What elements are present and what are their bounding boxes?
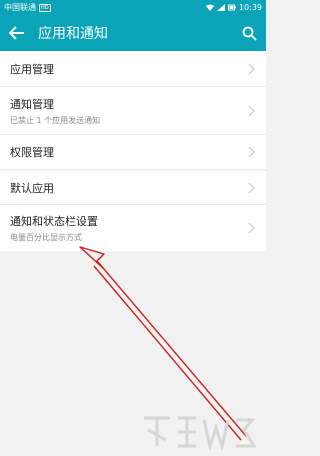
annotation-arrow bbox=[79, 246, 247, 441]
watermark-logo bbox=[144, 416, 257, 450]
